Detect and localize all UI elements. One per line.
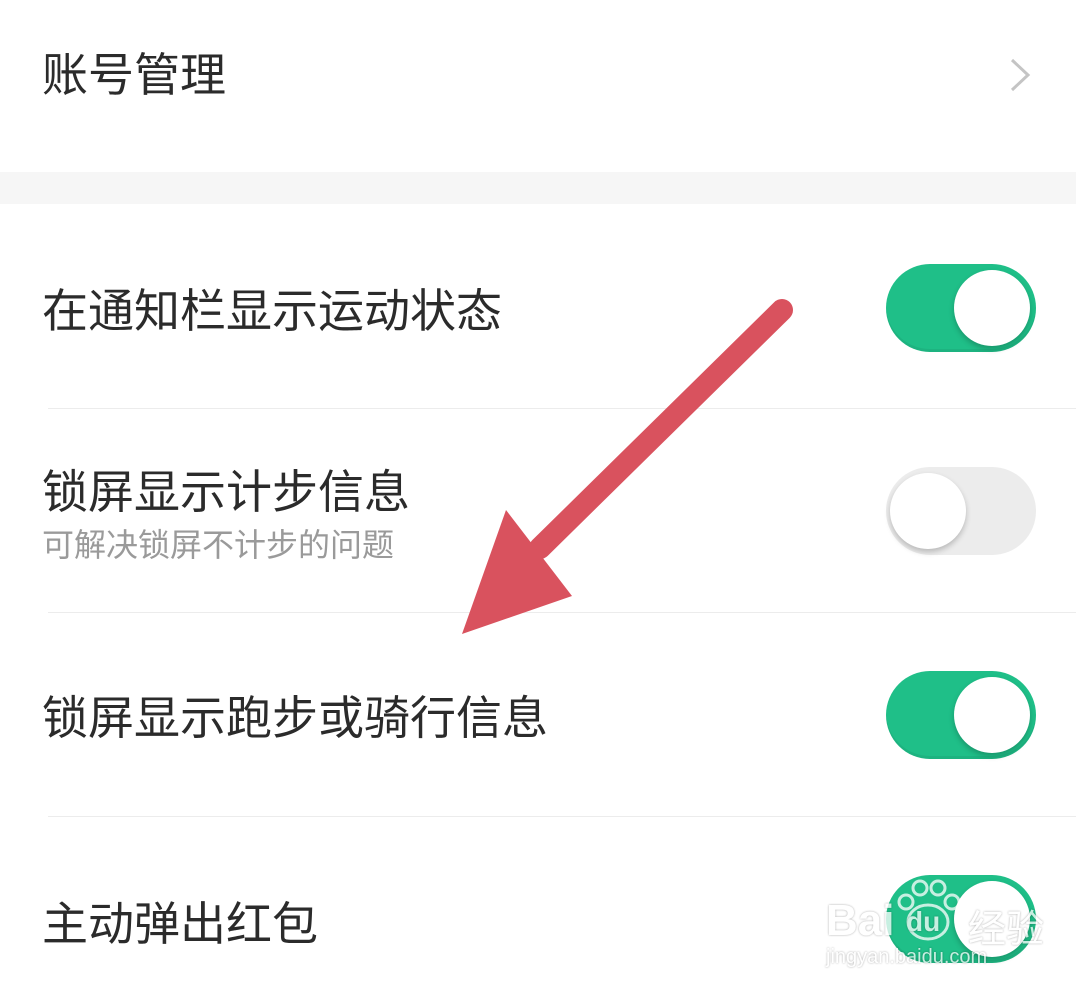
setting-row-notification-status: 在通知栏显示运动状态 <box>0 204 1076 408</box>
watermark-brand: Bai <box>826 896 895 945</box>
section-separator <box>0 172 1076 204</box>
toggle-knob <box>954 270 1030 346</box>
setting-row-lockscreen-run-ride: 锁屏显示跑步或骑行信息 <box>0 613 1076 816</box>
setting-label: 锁屏显示跑步或骑行信息 <box>42 691 548 745</box>
watermark-suffix: 经验 <box>968 909 1045 951</box>
chevron-right-icon <box>1010 58 1031 92</box>
account-management-label: 账号管理 <box>42 48 226 102</box>
watermark-logo-text: du <box>906 906 941 937</box>
setting-label: 主动弹出红包 <box>42 897 318 951</box>
lockscreen-steps-toggle[interactable] <box>886 467 1036 555</box>
account-management-row[interactable]: 账号管理 <box>0 0 1076 172</box>
setting-sublabel: 可解决锁屏不计步的问题 <box>42 526 395 564</box>
toggle-knob <box>954 677 1030 753</box>
notification-status-toggle[interactable] <box>886 264 1036 352</box>
baidu-watermark: Bai du 经验 jingyan.baidu.com <box>826 870 1066 970</box>
toggle-knob <box>890 473 966 549</box>
setting-label: 在通知栏显示运动状态 <box>42 284 502 338</box>
watermark-url: jingyan.baidu.com <box>826 946 988 968</box>
setting-row-lockscreen-steps: 锁屏显示计步信息 可解决锁屏不计步的问题 <box>0 409 1076 612</box>
lockscreen-run-ride-toggle[interactable] <box>886 671 1036 759</box>
setting-label: 锁屏显示计步信息 <box>42 465 410 519</box>
